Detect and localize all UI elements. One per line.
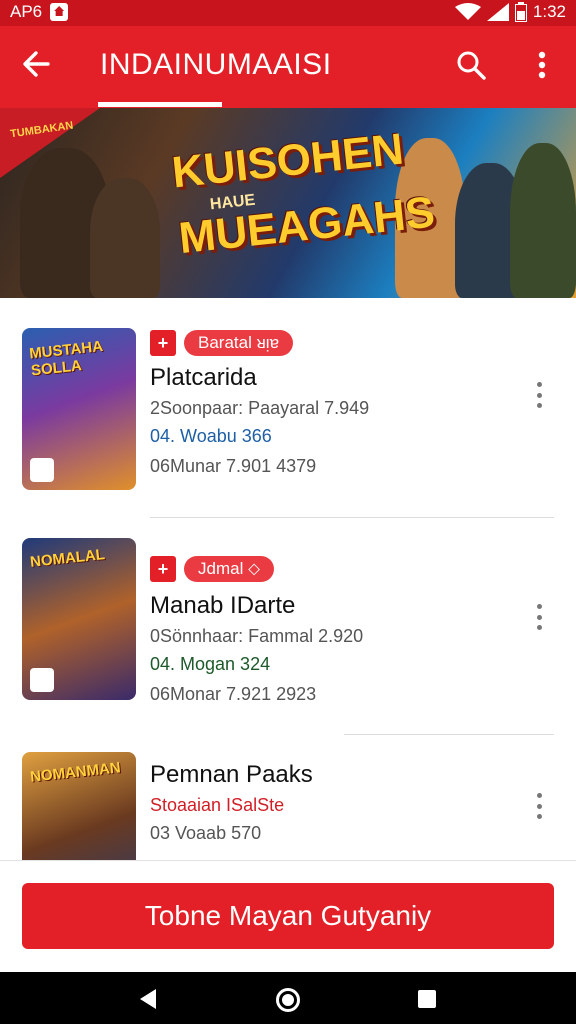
game-list: MUSTAHA SOLLA + Baratal ᴚᴉɐ Platcarida 2… (0, 298, 576, 860)
search-button[interactable] (452, 46, 490, 84)
divider (150, 517, 554, 518)
thumbnail-title: MUSTAHA SOLLA (28, 337, 104, 380)
status-time: 1:32 (532, 2, 566, 21)
item-more-icon[interactable] (528, 378, 550, 412)
search-icon (457, 51, 486, 80)
bottom-action-area: Tobne Mayan Gutyaniy (0, 860, 576, 972)
category-tag: Baratal ᴚᴉɐ (184, 330, 294, 356)
game-meta-primary: 2Soonpaar: Paayaral 7.949 (150, 398, 370, 418)
thumbnail-title: NOMANMAN (29, 759, 122, 786)
game-meta-primary: Stoaaian ISalSte (150, 795, 285, 815)
system-nav-bar (0, 972, 576, 1024)
app-badge-icon (30, 668, 54, 692)
tag-row: + Baratal ᴚᴉɐ (150, 330, 294, 356)
home-notification-icon (50, 3, 69, 21)
status-bar: AP6 1:32 (0, 0, 576, 26)
more-vert-icon (538, 51, 546, 79)
app-bar: INDAINUMAAISI (0, 26, 576, 108)
primary-action-button[interactable]: Tobne Mayan Gutyaniy (22, 883, 554, 949)
nav-home-icon[interactable] (276, 988, 300, 1012)
add-icon[interactable]: + (150, 556, 176, 582)
tag-row: + Jdmal ⬦ (150, 556, 274, 582)
signal-icon (486, 3, 509, 21)
game-thumbnail: MUSTAHA SOLLA (22, 328, 136, 490)
game-meta-secondary: 04. Mogan 324 (150, 654, 271, 674)
battery-icon (514, 2, 527, 22)
category-tag: Jdmal ⬦ (184, 556, 274, 582)
app-badge-icon (30, 458, 54, 482)
page-title: INDAINUMAAISI (100, 48, 332, 81)
nav-back-icon[interactable] (140, 989, 156, 1009)
game-title: Manab IDarte (150, 592, 296, 619)
overflow-menu-button[interactable] (524, 46, 560, 84)
promo-banner[interactable]: TUMBAKAN KUISOHEN MUEAGAHS HAUE (0, 108, 576, 298)
item-more-icon[interactable] (528, 600, 550, 634)
game-meta-primary: 0Sönnhaar: Fammal 2.920 (150, 626, 364, 646)
back-button[interactable] (18, 46, 54, 82)
game-meta-tertiary: 06Monar 7.921 2923 (150, 684, 317, 704)
thumbnail-title: NOMALAL (29, 546, 106, 571)
game-title: Pemnan Paaks (150, 761, 313, 788)
item-more-icon[interactable] (528, 789, 550, 823)
banner-figure-soldier (90, 178, 160, 298)
active-tab-indicator (98, 102, 222, 107)
game-title: Platcarida (150, 364, 257, 391)
arrow-back-icon (23, 51, 50, 77)
banner-figure-hero (510, 143, 576, 298)
wifi-icon (454, 3, 481, 20)
game-thumbnail: NOMALAL (22, 538, 136, 700)
game-meta-secondary: 03 Voaab 570 (150, 823, 262, 843)
game-meta-tertiary: 06Munar 7.901 4379 (150, 456, 317, 476)
add-icon[interactable]: + (150, 330, 176, 356)
divider (344, 734, 554, 735)
game-thumbnail: NOMANMAN (22, 752, 136, 860)
game-meta-secondary: 04. Woabu 366 (150, 426, 272, 446)
status-left-text: AP6 (10, 2, 43, 21)
nav-recents-icon[interactable] (418, 990, 436, 1008)
